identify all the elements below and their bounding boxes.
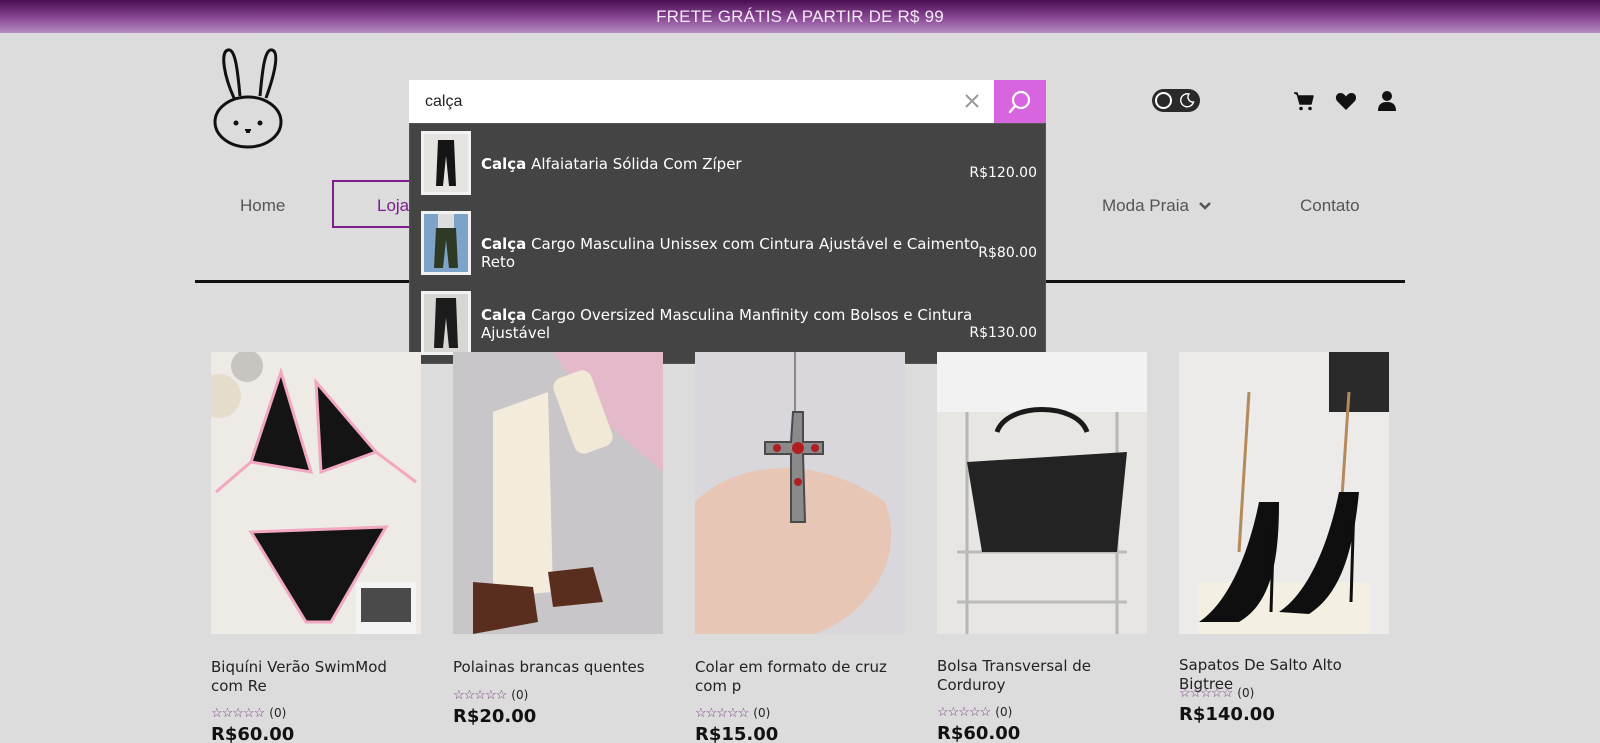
search-suggestions: Calça Alfaiataria Sólida Com Zíper R$120… (409, 123, 1046, 364)
product-rating: ☆☆☆☆☆ (0) (695, 705, 770, 721)
review-count: (0) (269, 706, 287, 720)
review-count: (0) (753, 706, 771, 720)
suggestion-name: Calça Cargo Oversized Masculina Manfinit… (481, 306, 973, 342)
suggestion-thumbnail (421, 291, 471, 355)
review-count: (0) (511, 688, 529, 702)
search-icon (1008, 90, 1031, 113)
rating-stars-icon: ☆☆☆☆☆ (1179, 685, 1233, 700)
suggestion-name: Calça Cargo Masculina Unissex com Cintur… (481, 235, 980, 271)
product-rating: ☆☆☆☆☆ (0) (453, 687, 528, 703)
search-button[interactable] (994, 80, 1046, 123)
product-price: R$15.00 (695, 724, 779, 743)
rating-stars-icon: ☆☆☆☆☆ (211, 705, 265, 720)
review-count: (0) (1237, 686, 1255, 700)
heart-icon[interactable] (1334, 89, 1358, 113)
nav-loja-label: Loja (377, 196, 410, 215)
rating-stars-icon: ☆☆☆☆☆ (695, 705, 749, 720)
suggestion-item[interactable]: Calça Cargo Masculina Unissex com Cintur… (410, 204, 1047, 284)
product-card[interactable]: Biquíni Verão SwimMod com Re ☆☆☆☆☆ (0) R… (211, 352, 421, 743)
nav-contato[interactable]: Contato (1300, 196, 1360, 216)
rating-stars-icon: ☆☆☆☆☆ (453, 687, 507, 702)
product-card[interactable]: Colar em formato de cruz com p ☆☆☆☆☆ (0)… (695, 352, 905, 743)
review-count: (0) (995, 705, 1013, 719)
suggestion-thumbnail (421, 131, 471, 195)
product-price: R$140.00 (1179, 704, 1275, 725)
rating-stars-icon: ☆☆☆☆☆ (937, 704, 991, 719)
search-input[interactable] (409, 80, 994, 123)
product-card[interactable]: Bolsa Transversal de Corduroy ☆☆☆☆☆ (0) … (937, 352, 1147, 743)
toggle-knob (1155, 92, 1172, 109)
user-icon[interactable] (1375, 89, 1399, 113)
product-title[interactable]: Bolsa Transversal de Corduroy (937, 657, 1147, 695)
moon-icon (1180, 93, 1195, 108)
product-price: R$60.00 (937, 723, 1021, 743)
suggestion-price: R$130.00 (969, 325, 1037, 341)
nav-loja[interactable]: Loja (332, 180, 412, 228)
search-input-wrapper (409, 80, 994, 123)
dark-mode-toggle[interactable] (1152, 89, 1200, 112)
product-title[interactable]: Polainas brancas quentes (453, 658, 663, 677)
nav-moda-praia-label: Moda Praia (1102, 196, 1189, 215)
product-price: R$60.00 (211, 724, 295, 743)
shipping-banner: FRETE GRÁTIS A PARTIR DE R$ 99 (0, 0, 1600, 33)
clear-search-icon[interactable] (962, 91, 982, 111)
product-image[interactable] (453, 352, 663, 634)
suggestion-name: Calça Alfaiataria Sólida Com Zíper (481, 155, 742, 173)
product-title[interactable]: Colar em formato de cruz com p (695, 658, 905, 696)
suggestion-price: R$80.00 (978, 245, 1037, 261)
product-price: R$20.00 (453, 706, 537, 727)
chevron-down-icon (1199, 202, 1211, 210)
nav-home[interactable]: Home (240, 196, 285, 216)
product-card[interactable]: Sapatos De Salto Alto Bigtree ☆☆☆☆☆ (0) … (1179, 352, 1389, 725)
suggestion-price: R$120.00 (969, 165, 1037, 181)
nav-moda-praia[interactable]: Moda Praia (1102, 196, 1211, 216)
suggestion-item[interactable]: Calça Alfaiataria Sólida Com Zíper R$120… (410, 124, 1047, 204)
cart-icon[interactable] (1292, 89, 1316, 113)
product-image[interactable] (1179, 352, 1389, 634)
product-card[interactable]: Polainas brancas quentes ☆☆☆☆☆ (0) R$20.… (453, 352, 663, 727)
banner-text: FRETE GRÁTIS A PARTIR DE R$ 99 (656, 6, 944, 26)
product-rating: ☆☆☆☆☆ (0) (937, 704, 1012, 720)
suggestion-thumbnail (421, 211, 471, 275)
search-bar (409, 80, 1046, 123)
product-rating: ☆☆☆☆☆ (0) (211, 705, 286, 721)
product-rating: ☆☆☆☆☆ (0) (1179, 685, 1254, 701)
product-image[interactable] (937, 352, 1147, 634)
product-image[interactable] (695, 352, 905, 634)
product-image[interactable] (211, 352, 421, 634)
bunny-logo-icon[interactable] (212, 46, 284, 150)
product-title[interactable]: Biquíni Verão SwimMod com Re (211, 658, 421, 696)
